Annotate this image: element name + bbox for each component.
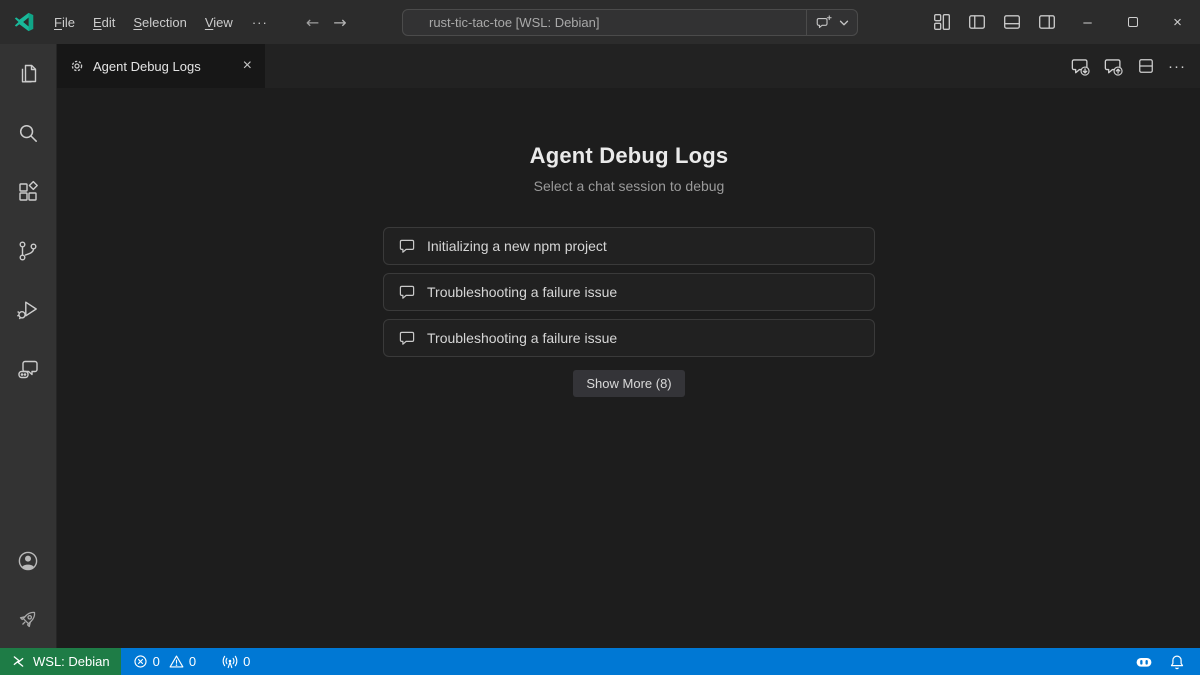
rocket-button[interactable] — [0, 590, 56, 648]
tab-agent-debug-logs[interactable]: Agent Debug Logs × — [57, 44, 265, 88]
editor-actions: ··· — [1070, 44, 1200, 88]
toggle-secondary-sidebar-icon[interactable] — [1034, 9, 1060, 35]
search-icon — [16, 121, 40, 145]
warning-icon — [169, 654, 184, 669]
page-subtitle: Select a chat session to debug — [383, 178, 875, 194]
explorer-files-icon — [16, 62, 40, 86]
sidebar-item-run-debug[interactable] — [0, 280, 56, 339]
more-actions-icon[interactable]: ··· — [1168, 58, 1186, 75]
ports-count: 0 — [243, 654, 250, 669]
status-bar: WSL: Debian 0 0 0 — [0, 648, 1200, 675]
menu-view[interactable]: View — [196, 11, 242, 34]
vscode-logo-icon — [13, 11, 35, 33]
minimize-button[interactable]: – — [1065, 0, 1110, 44]
warning-count: 0 — [189, 654, 196, 669]
customize-layout-icon[interactable] — [929, 9, 955, 35]
chat-session-download-icon[interactable] — [1070, 56, 1091, 77]
chevron-down-icon[interactable] — [837, 16, 851, 30]
page-title: Agent Debug Logs — [383, 143, 875, 169]
menu-bar: File Edit Selection View ··· — [45, 11, 278, 34]
chat-session-upload-icon[interactable] — [1103, 56, 1124, 77]
comment-icon — [398, 237, 416, 255]
editor-content: Agent Debug Logs Select a chat session t… — [58, 88, 1200, 648]
session-label: Troubleshooting a failure issue — [427, 284, 617, 300]
menu-file[interactable]: File — [45, 11, 84, 34]
command-center-title[interactable]: rust-tic-tac-toe [WSL: Debian] — [403, 15, 806, 30]
radio-tower-icon — [222, 654, 238, 670]
toggle-primary-sidebar-icon[interactable] — [964, 9, 990, 35]
source-control-icon — [16, 239, 40, 263]
editor-tab-bar: Agent Debug Logs × ··· — [57, 44, 1200, 88]
sidebar-item-chat[interactable] — [0, 339, 56, 398]
notifications-bell-icon[interactable] — [1169, 654, 1185, 670]
remote-wsl-icon — [11, 654, 26, 669]
accounts-button[interactable] — [0, 532, 56, 590]
session-item[interactable]: Troubleshooting a failure issue — [383, 273, 875, 311]
session-list: Initializing a new npm project Troublesh… — [383, 227, 875, 357]
sidebar-item-search[interactable] — [0, 103, 56, 162]
chat-copilot-icon — [16, 357, 40, 381]
run-and-debug-icon — [16, 298, 40, 322]
show-more-button[interactable]: Show More (8) — [573, 370, 684, 397]
close-button[interactable]: × — [1155, 0, 1200, 44]
rocket-icon — [16, 607, 40, 631]
remote-indicator[interactable]: WSL: Debian — [0, 648, 121, 675]
layout-controls — [929, 0, 1060, 44]
copilot-chat-icon[interactable] — [815, 14, 833, 32]
ports-indicator[interactable]: 0 — [216, 648, 256, 675]
session-item[interactable]: Troubleshooting a failure issue — [383, 319, 875, 357]
menu-edit[interactable]: Edit — [84, 11, 124, 34]
remote-label: WSL: Debian — [33, 654, 110, 669]
tab-label: Agent Debug Logs — [93, 59, 232, 74]
activity-bar — [0, 44, 57, 648]
comment-icon — [398, 283, 416, 301]
window-controls: – × — [1065, 0, 1200, 44]
menu-overflow-button[interactable]: ··· — [242, 11, 278, 34]
session-label: Troubleshooting a failure issue — [427, 330, 617, 346]
session-item[interactable]: Initializing a new npm project — [383, 227, 875, 265]
error-icon — [133, 654, 148, 669]
sidebar-item-explorer[interactable] — [0, 44, 56, 103]
error-count: 0 — [153, 654, 160, 669]
extensions-icon — [16, 180, 40, 204]
go-forward-icon[interactable]: → — [333, 13, 346, 32]
sidebar-item-source-control[interactable] — [0, 221, 56, 280]
split-editor-icon[interactable] — [1136, 56, 1156, 76]
session-label: Initializing a new npm project — [427, 238, 607, 254]
go-back-icon[interactable]: ← — [306, 13, 319, 32]
menu-selection[interactable]: Selection — [124, 11, 195, 34]
maximize-button[interactable] — [1110, 0, 1155, 44]
bug-icon — [69, 58, 85, 74]
copilot-status-icon[interactable] — [1135, 654, 1153, 670]
comment-icon — [398, 329, 416, 347]
toggle-panel-icon[interactable] — [999, 9, 1025, 35]
title-bar: File Edit Selection View ··· ← → rust-ti… — [0, 0, 1200, 44]
account-icon — [16, 549, 40, 573]
tab-close-icon[interactable]: × — [240, 57, 255, 75]
sidebar-item-extensions[interactable] — [0, 162, 56, 221]
maximize-icon — [1128, 17, 1138, 27]
command-center[interactable]: rust-tic-tac-toe [WSL: Debian] — [402, 9, 858, 36]
problems-indicator[interactable]: 0 0 — [127, 648, 202, 675]
